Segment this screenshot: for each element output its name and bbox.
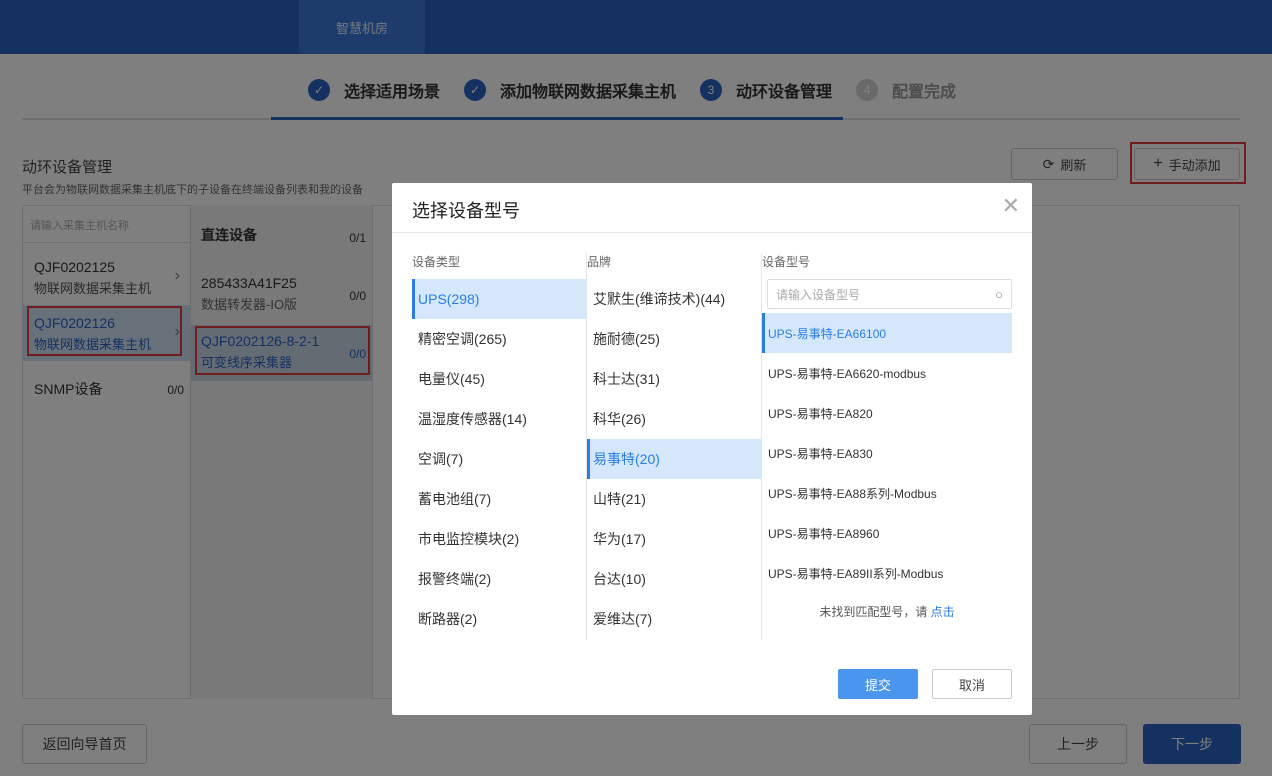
model-search-placeholder: 请输入设备型号: [776, 287, 861, 302]
brand-item[interactable]: 山特(21): [587, 479, 761, 519]
device-type-item[interactable]: UPS(298): [412, 279, 586, 319]
model-item[interactable]: UPS-易事特-EA89II系列-Modbus: [762, 553, 1012, 593]
device-type-item[interactable]: 电量仪(45): [412, 359, 586, 399]
model-item[interactable]: UPS-易事特-EA820: [762, 393, 1012, 433]
dialog-divider: [392, 232, 1032, 233]
brand-item[interactable]: 科士达(31): [587, 359, 761, 399]
device-type-item[interactable]: 精密空调(265): [412, 319, 586, 359]
search-icon[interactable]: ○: [995, 287, 1003, 302]
model-item[interactable]: UPS-易事特-EA830: [762, 433, 1012, 473]
model-column: 设备型号 请输入设备型号 ○ UPS-易事特-EA66100 UPS-易事特-E…: [762, 253, 1012, 620]
model-item[interactable]: UPS-易事特-EA66100: [762, 313, 1012, 353]
model-header: 设备型号: [762, 255, 811, 269]
device-type-column: 设备类型 UPS(298) 精密空调(265) 电量仪(45) 温湿度传感器(1…: [412, 253, 586, 639]
brand-item[interactable]: 爱维达(7): [587, 599, 761, 639]
device-type-item[interactable]: 报警终端(2): [412, 559, 586, 599]
brand-item[interactable]: 台达(10): [587, 559, 761, 599]
model-item[interactable]: UPS-易事特-EA88系列-Modbus: [762, 473, 1012, 513]
brand-item[interactable]: 科华(26): [587, 399, 761, 439]
device-type-item[interactable]: 空调(7): [412, 439, 586, 479]
brand-item[interactable]: 易事特(20): [587, 439, 761, 479]
device-type-item[interactable]: 断路器(2): [412, 599, 586, 639]
model-not-found: 未找到匹配型号，请 点击: [762, 603, 1012, 620]
brand-item[interactable]: 施耐德(25): [587, 319, 761, 359]
model-item[interactable]: UPS-易事特-EA8960: [762, 513, 1012, 553]
device-type-item[interactable]: 蓄电池组(7): [412, 479, 586, 519]
cancel-button[interactable]: 取消: [932, 669, 1012, 699]
device-type-header: 设备类型: [412, 255, 461, 269]
model-item[interactable]: UPS-易事特-EA6620-modbus: [762, 353, 1012, 393]
submit-button[interactable]: 提交: [838, 669, 918, 699]
model-search-input[interactable]: 请输入设备型号 ○: [767, 279, 1012, 309]
select-device-model-dialog: 选择设备型号 ✕ 设备类型 UPS(298) 精密空调(265) 电量仪(45)…: [392, 183, 1032, 715]
click-here-link[interactable]: 点击: [931, 605, 955, 619]
device-type-item[interactable]: 温湿度传感器(14): [412, 399, 586, 439]
close-icon[interactable]: ✕: [1002, 193, 1020, 219]
brand-item[interactable]: 艾默生(维谛技术)(44): [587, 279, 761, 319]
dialog-title: 选择设备型号: [412, 201, 520, 221]
not-found-text: 未找到匹配型号，请: [819, 605, 928, 619]
brand-column: 品牌 艾默生(维谛技术)(44) 施耐德(25) 科士达(31) 科华(26) …: [587, 253, 761, 639]
brand-item[interactable]: 华为(17): [587, 519, 761, 559]
device-type-item[interactable]: 市电监控模块(2): [412, 519, 586, 559]
brand-header: 品牌: [587, 255, 612, 269]
